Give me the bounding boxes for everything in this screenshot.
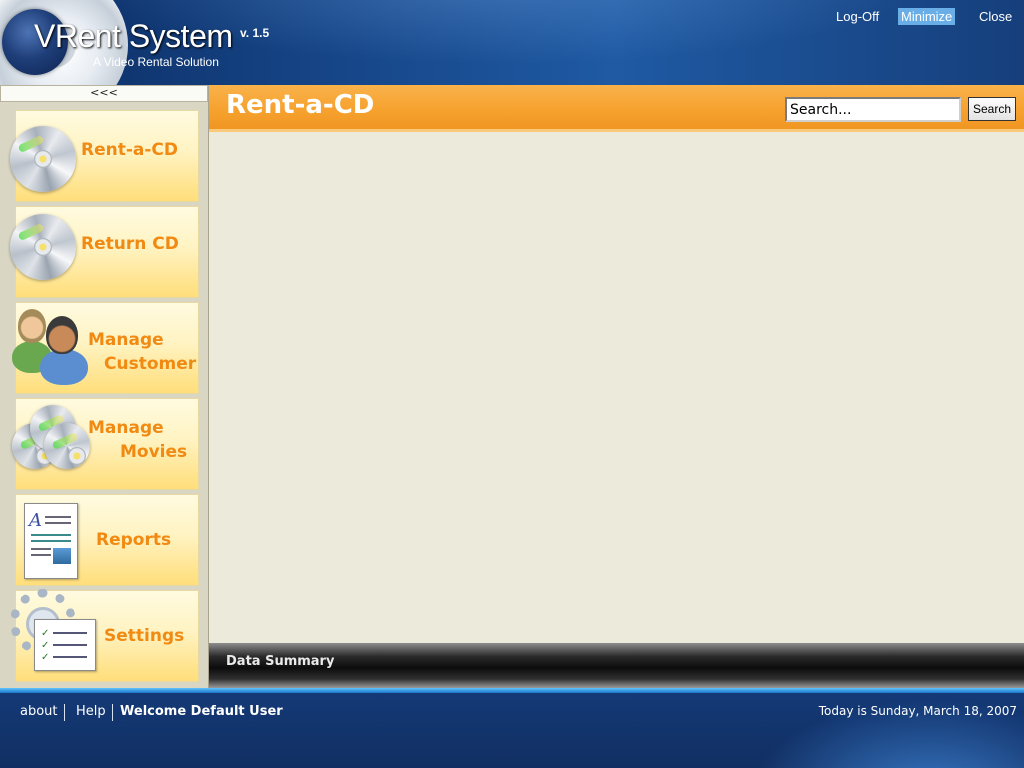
app-header: VRent System v. 1.5 A Video Rental Solut… [0, 0, 1024, 85]
sidebar-item-label: Movies [120, 442, 188, 462]
sidebar-item-reports[interactable]: A Reports [15, 494, 199, 586]
sidebar-item-label: Customer [104, 354, 197, 374]
sidebar-item-label: Reports [96, 530, 172, 550]
app-name: VRent System [34, 18, 233, 54]
app-version: v. 1.5 [240, 26, 270, 40]
status-footer: about Help Welcome Default User Today is… [0, 688, 1024, 768]
sidebar-item-return-cd[interactable]: Return CD [10, 206, 199, 298]
search-button[interactable]: Search [968, 97, 1016, 121]
cd-icon [10, 214, 76, 280]
sidebar-item-rent-cd[interactable]: Rent-a-CD [10, 110, 199, 202]
sidebar-item-label: Manage [88, 330, 164, 350]
welcome-text: Welcome Default User [120, 704, 283, 719]
sidebar-item-label: Settings [104, 626, 185, 646]
report-document-icon: A [24, 503, 78, 579]
search-input[interactable] [785, 97, 961, 122]
close-button[interactable]: Close [976, 8, 1015, 25]
content-area [209, 132, 1024, 643]
sidebar-item-label: Rent-a-CD [81, 140, 179, 160]
current-date: Today is Sunday, March 18, 2007 [818, 704, 1017, 718]
data-summary-title: Data Summary [226, 654, 335, 669]
title-bar: Rent-a-CD Search [209, 85, 1024, 132]
footer-separator [64, 704, 65, 721]
sidebar-item-manage-movies[interactable]: Manage Movies [12, 398, 199, 490]
help-link[interactable]: Help [76, 704, 106, 719]
footer-separator [112, 704, 113, 721]
collapse-sidebar-button[interactable]: <<< [0, 85, 208, 102]
data-summary-bar: Data Summary [209, 643, 1024, 688]
main-panel: Rent-a-CD Search Data Summary [209, 85, 1024, 688]
page-title: Rent-a-CD [226, 90, 375, 120]
cd-icon [10, 126, 76, 192]
about-link[interactable]: about [20, 704, 58, 719]
sidebar: <<< Rent-a-CD Return CD Manage Customer … [0, 85, 209, 688]
sidebar-item-label: Return CD [81, 234, 179, 254]
logoff-button[interactable]: Log-Off [833, 8, 882, 25]
minimize-button[interactable]: Minimize [898, 8, 956, 25]
app-tagline: A Video Rental Solution [93, 55, 219, 69]
footer-divider [0, 688, 1024, 693]
sidebar-item-label: Manage [88, 418, 164, 438]
sidebar-item-manage-customer[interactable]: Manage Customer [12, 302, 199, 394]
sidebar-item-settings[interactable]: ✓ ✓ ✓ Settings [10, 589, 199, 682]
